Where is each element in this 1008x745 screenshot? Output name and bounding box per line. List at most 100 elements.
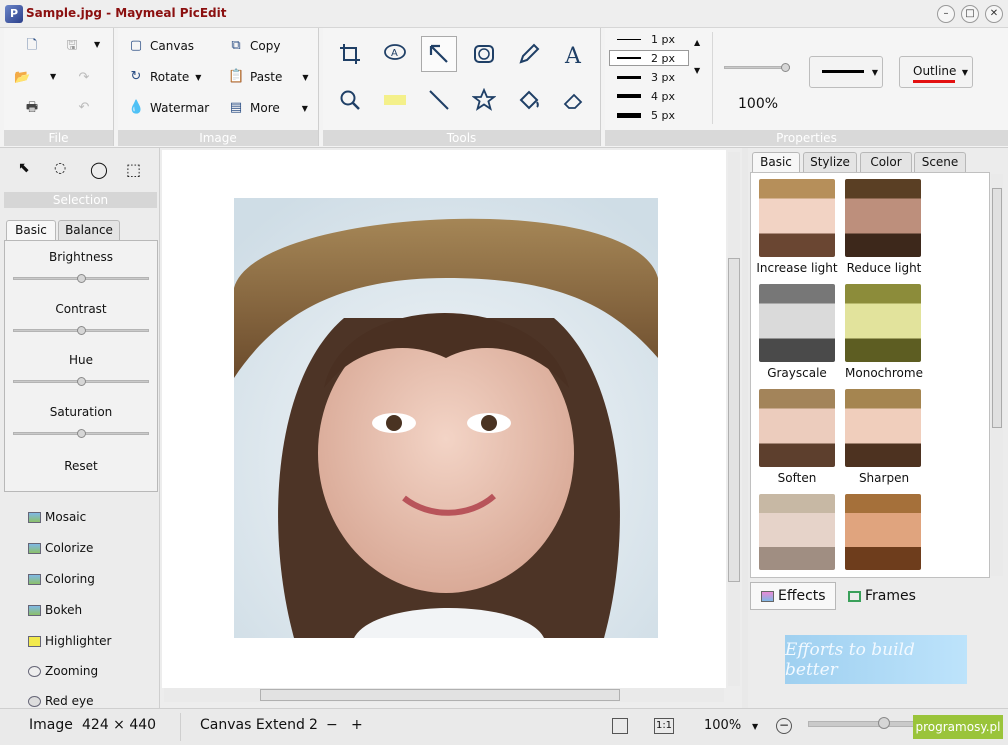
fill-bucket-tool-icon[interactable] [511,82,547,118]
filter-tab-scene[interactable]: Scene [914,152,966,172]
rotate-button[interactable]: ↻ Rotate ▼ [128,69,202,85]
mosaic-icon [28,511,41,523]
tab-basic[interactable]: Basic [6,220,56,240]
paste-button[interactable]: 📋 Paste ▼ [228,69,309,85]
vertical-scrollbar[interactable] [728,152,740,686]
px-label-5: 5 px [651,108,675,122]
line-width-2px[interactable]: 2 px [609,50,689,66]
filter-thumb-warm[interactable] [845,494,921,570]
canvas-increase-button[interactable]: + [351,717,363,733]
pencil-tool-icon[interactable] [511,36,547,72]
scroll-up-icon[interactable]: ▲ [694,38,700,47]
move-selection-icon[interactable]: ⬉ [18,160,30,176]
filter-label-soften: Soften [777,471,817,485]
filter-thumb-reduce-light[interactable] [845,179,921,257]
brightness-thumb[interactable] [77,274,86,283]
zoom-slider-thumb[interactable] [878,717,890,729]
new-file-icon[interactable]: 🗋 [24,38,40,54]
save-icon[interactable]: 🖫 [64,38,80,54]
rotate-label: Rotate [150,70,190,84]
close-button[interactable]: ✕ [985,5,1003,23]
effect-red-eye[interactable]: Red eye [28,694,93,708]
zoom-value[interactable]: 100% [704,718,741,733]
properties-group-label: Properties [605,130,1008,146]
contrast-thumb[interactable] [77,326,86,335]
star-tool-icon[interactable] [466,82,502,118]
text-tool-icon[interactable]: A [556,36,592,72]
canvas-decrease-button[interactable]: − [326,717,338,733]
line-width-5px[interactable]: 5 px [617,107,689,123]
effect-bokeh[interactable]: Bokeh [28,603,82,617]
gallery-scrollbar[interactable] [991,174,1003,576]
effect-mosaic[interactable]: Mosaic [28,510,86,524]
lasso-icon[interactable]: ◌ [54,160,66,176]
filter-tab-basic[interactable]: Basic [752,152,800,172]
zoom-dropdown-icon[interactable]: ▼ [752,722,758,731]
crop-tool-icon[interactable] [332,36,368,72]
filter-thumb-blur[interactable] [759,494,835,570]
more-button[interactable]: ▤ More ▼ [228,100,308,116]
horizontal-scrollbar[interactable] [164,688,724,702]
actual-size-icon[interactable]: 1:1 [654,718,674,734]
effect-zooming[interactable]: Zooming [28,664,98,678]
tab-balance[interactable]: Balance [58,220,120,240]
line-tool-icon[interactable] [421,82,457,118]
canvas[interactable] [162,150,726,688]
effect-highlighter[interactable]: Highlighter [28,634,112,648]
reset-button[interactable]: Reset [5,459,157,473]
watermark-button[interactable]: 💧 Watermar [128,100,209,116]
line-sample-2 [617,57,641,59]
open-dropdown-icon[interactable]: ▼ [50,72,56,81]
maximize-button[interactable]: □ [961,5,979,23]
gallery-scroll-thumb[interactable] [992,188,1002,428]
zoom-tool-icon[interactable] [332,82,368,118]
effect-coloring[interactable]: Coloring [28,572,95,586]
scroll-down-icon[interactable]: ▼ [694,66,700,75]
effects-tab[interactable]: Effects [750,582,836,610]
effect-colorize[interactable]: Colorize [28,541,93,555]
ad-banner[interactable]: Efforts to build better [785,635,967,684]
filter-tab-stylize[interactable]: Stylize [803,152,857,172]
shape-tool-icon[interactable] [466,36,502,72]
hue-label: Hue [68,353,93,367]
line-width-3px[interactable]: 3 px [617,69,689,85]
line-style-select[interactable]: ▼ [809,56,883,88]
print-icon[interactable]: 🖶 [24,100,40,116]
rect-select-icon[interactable]: ⬚ [126,160,141,179]
eraser-tool-icon[interactable] [556,82,592,118]
frames-tab[interactable]: Frames [844,582,924,610]
fit-window-icon[interactable] [612,718,628,734]
line-width-1px[interactable]: 1 px [617,31,689,47]
saturation-thumb[interactable] [77,429,86,438]
filter-label-grayscale: Grayscale [767,366,827,380]
save-dropdown-icon[interactable]: ▼ [94,40,100,49]
filter-thumb-grayscale[interactable] [759,284,835,362]
outline-button[interactable]: Outline ▼ [899,56,973,88]
effect-zooming-label: Zooming [45,664,99,678]
text-bubble-tool-icon[interactable]: A [377,36,413,72]
open-folder-icon[interactable]: 📂 [14,70,30,86]
more-label: More [250,101,280,115]
minimize-button[interactable]: – [937,5,955,23]
horizontal-scroll-thumb[interactable] [260,689,620,701]
contrast-label: Contrast [55,302,107,316]
filter-thumb-increase-light[interactable] [759,179,835,257]
ellipse-select-icon[interactable]: ◯ [90,160,108,179]
redo-icon[interactable]: ↷ [76,70,92,86]
line-width-4px[interactable]: 4 px [617,88,689,104]
opacity-slider-thumb[interactable] [781,63,790,72]
highlighter-tool-icon[interactable] [377,82,413,118]
filter-tab-color[interactable]: Color [860,152,912,172]
zoom-out-icon[interactable]: − [776,718,792,734]
filter-thumb-soften[interactable] [759,389,835,467]
image-group: ▢ Canvas ⧉ Copy ↻ Rotate ▼ 📋 Paste ▼ 💧 Watermar… [118,28,319,146]
vertical-scroll-thumb[interactable] [728,258,740,582]
copy-button[interactable]: ⧉ Copy [228,38,280,54]
canvas-button[interactable]: ▢ Canvas [128,38,194,54]
arrow-tool-icon[interactable] [421,36,457,72]
hue-thumb[interactable] [77,377,86,386]
status-image-size: 424 × 440 [82,717,157,733]
filter-thumb-monochrome[interactable] [845,284,921,362]
filter-thumb-sharpen[interactable] [845,389,921,467]
undo-icon[interactable]: ↶ [76,100,92,116]
